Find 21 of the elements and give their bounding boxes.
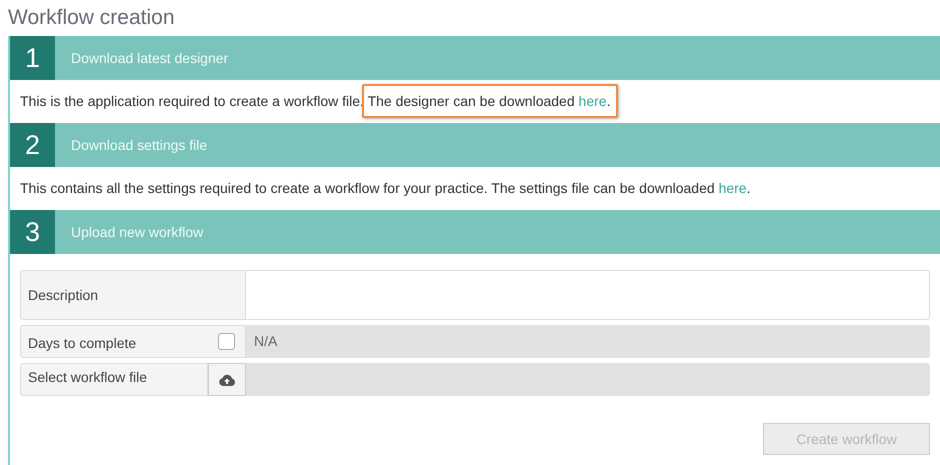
days-field[interactable]: N/A xyxy=(246,325,930,358)
file-field[interactable] xyxy=(246,363,930,396)
download-link[interactable]: here xyxy=(578,93,607,109)
step-title: Download latest designer xyxy=(70,48,228,68)
field-value: N/A xyxy=(254,332,278,351)
field-label: Select workflow file xyxy=(20,363,208,396)
step-description: This contains all the settings required to create a workflow for your practice. The settings file can be downloaded here. xyxy=(19,179,752,198)
step-title: Download settings file xyxy=(70,136,208,155)
upload-button[interactable] xyxy=(208,363,246,396)
field-label: Description xyxy=(20,270,246,320)
cloud-upload-icon xyxy=(219,374,235,386)
step-number: 3 xyxy=(10,210,55,254)
step-title: Upload new workflow xyxy=(70,222,204,242)
field-label: Days to complete xyxy=(28,334,136,353)
page-title: Workflow creation xyxy=(7,5,176,31)
step-number: 1 xyxy=(10,36,55,80)
checkbox[interactable] xyxy=(218,333,235,350)
download-link[interactable]: here xyxy=(718,180,747,196)
description-field[interactable] xyxy=(246,270,930,320)
step-number: 2 xyxy=(10,123,55,167)
step-description: This is the application required to create a workflow file. The designer can be downloaded here. xyxy=(10,80,940,123)
